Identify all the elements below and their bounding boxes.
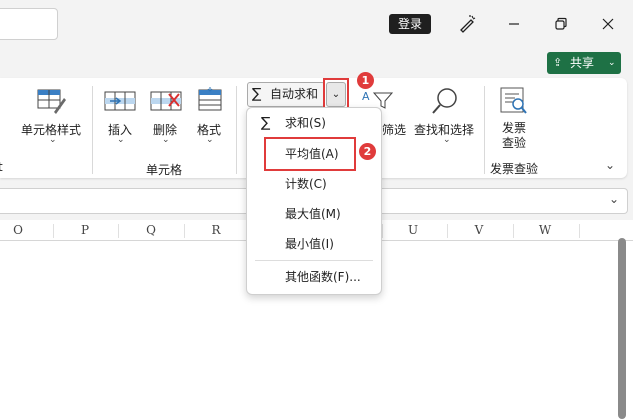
- title-bar: [0, 0, 633, 48]
- column-header[interactable]: U: [401, 220, 425, 240]
- menu-item-max[interactable]: 最大值(M): [247, 199, 381, 229]
- chevron-down-icon: ⌄: [206, 135, 214, 145]
- svg-text:A: A: [362, 90, 370, 103]
- column-header[interactable]: O: [6, 220, 30, 240]
- menu-item-count[interactable]: 计数(C): [247, 169, 381, 199]
- ribbon-collapse-chevron-icon[interactable]: ⌄: [605, 158, 615, 172]
- step-badge-2: 2: [359, 143, 376, 160]
- cell-style-icon: [37, 88, 67, 119]
- chevron-down-icon: ⌄: [162, 135, 170, 145]
- column-divider: [579, 224, 580, 238]
- menu-item-label: 计数(C): [285, 177, 327, 191]
- column-divider: [184, 224, 185, 238]
- chevron-down-icon: ⌄: [49, 135, 57, 145]
- column-header[interactable]: V: [467, 220, 491, 240]
- search-magnifier-icon: [430, 86, 460, 119]
- chevron-down-icon: ⌄: [443, 135, 451, 145]
- column-header[interactable]: P: [73, 220, 97, 240]
- column-divider: [447, 224, 448, 238]
- chevron-down-icon: ⌄: [608, 58, 616, 68]
- autosum-dropdown-menu: ∑ 求和(S) 平均值(A) 计数(C) 最大值(M) 最小值(I) 其他函数(…: [246, 107, 382, 295]
- share-label: 共享: [570, 56, 595, 70]
- styles-group-label-partial: t: [0, 160, 3, 174]
- menu-item-label: 最大值(M): [285, 207, 341, 221]
- column-divider: [382, 224, 383, 238]
- column-header[interactable]: W: [533, 220, 557, 240]
- invoice-check-icon: [498, 86, 530, 119]
- format-cells-icon: [196, 86, 224, 117]
- step-badge-1: 1: [357, 72, 374, 89]
- column-header[interactable]: R: [204, 220, 228, 240]
- share-button[interactable]: ⇪ 共享 ⌄: [547, 52, 621, 74]
- autosum-label: 自动求和: [270, 87, 319, 101]
- menu-item-sum[interactable]: ∑ 求和(S): [247, 108, 381, 138]
- sort-filter-label[interactable]: 筛选: [382, 121, 406, 138]
- column-header[interactable]: Q: [139, 220, 163, 240]
- column-divider: [513, 224, 514, 238]
- menu-item-label: 其他函数(F)...: [285, 270, 361, 284]
- share-icon: ⇪: [553, 56, 563, 69]
- autosum-button[interactable]: ∑ 自动求和: [247, 82, 325, 107]
- delete-cells-icon: [150, 88, 182, 117]
- chevron-down-icon: ⌄: [117, 135, 125, 145]
- search-box[interactable]: [0, 8, 58, 40]
- group-divider: [236, 86, 237, 174]
- vertical-scrollbar[interactable]: [618, 238, 626, 419]
- minimize-icon[interactable]: [502, 12, 526, 36]
- menu-item-min[interactable]: 最小值(I): [247, 229, 381, 259]
- menu-item-more-functions[interactable]: 其他函数(F)...: [247, 262, 381, 292]
- highlight-box-average: [264, 137, 356, 171]
- group-divider: [484, 86, 485, 174]
- menu-item-label: 求和(S): [285, 116, 326, 130]
- cells-group-label: 单元格: [146, 163, 183, 177]
- invoice-check-label-2[interactable]: 查验: [502, 134, 526, 151]
- close-icon[interactable]: [596, 12, 620, 36]
- column-divider: [118, 224, 119, 238]
- sigma-icon: ∑: [261, 115, 271, 131]
- menu-item-label: 最小值(I): [285, 237, 334, 251]
- expand-formula-bar-icon[interactable]: ⌄: [609, 192, 619, 206]
- column-divider: [53, 224, 54, 238]
- menu-divider: [255, 260, 373, 261]
- group-divider: [92, 86, 93, 174]
- restore-icon[interactable]: [549, 12, 573, 36]
- invoice-group-label: 发票查验: [490, 162, 539, 176]
- designer-pen-icon[interactable]: [456, 12, 480, 36]
- insert-cells-icon: [104, 88, 136, 117]
- login-button[interactable]: 登录: [389, 14, 431, 34]
- sigma-icon: ∑: [252, 86, 262, 102]
- highlight-box-dropdown: [323, 78, 349, 110]
